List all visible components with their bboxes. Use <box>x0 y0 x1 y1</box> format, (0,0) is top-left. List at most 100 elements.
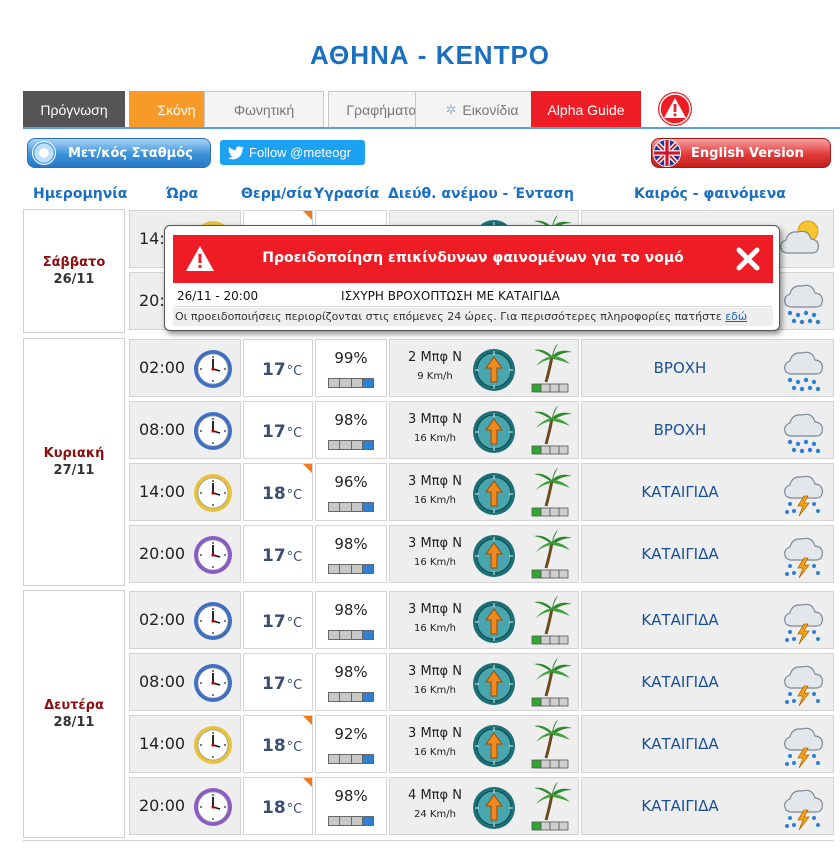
humidity-bar <box>328 378 374 388</box>
time-value: 20:00 <box>139 796 186 815</box>
temp-number: 17 <box>262 674 286 694</box>
humidity-cell: 99% <box>315 339 387 397</box>
thunderstorm-icon <box>784 537 823 579</box>
temp-number: 17 <box>262 546 286 566</box>
weather-station-button[interactable]: Μετ/κός Σταθμός <box>27 138 211 168</box>
alert-popup-title: Προειδοποίηση επικίνδυνων φαινομένων για… <box>262 250 684 266</box>
wind-direction-icon <box>473 725 515 767</box>
temp-value: 18°C <box>262 798 302 818</box>
station-icon <box>32 141 56 165</box>
humidity-bar <box>328 564 374 574</box>
time-value: 08:00 <box>139 420 186 439</box>
temp-unit: °C <box>286 678 303 693</box>
humidity-cell: 98% <box>315 591 387 649</box>
temp-indicator-icon <box>303 716 312 725</box>
temp-unit: °C <box>286 426 303 441</box>
wind-cell: 3 Μπφ Ν 16 Km/h <box>389 591 579 649</box>
english-label: English Version <box>691 145 804 161</box>
wind-speed: 16 Km/h <box>414 747 456 758</box>
forecast-row: 08:00 17°C 98% 3 Μπφ Ν 16 Km/h ΚΑΤΑΙΓΙΔΑ <box>129 653 834 711</box>
alert-time: 26/11 - 20:00 <box>177 289 259 303</box>
humidity-cell: 96% <box>315 463 387 521</box>
wind-speed: 16 Km/h <box>414 557 456 568</box>
temp-number: 18 <box>262 798 286 818</box>
header-temp: Θερμ/σία <box>241 186 313 202</box>
time-cell: 02:00 <box>129 591 241 649</box>
weather-text: ΚΑΤΑΙΓΙΔΑ <box>641 483 719 501</box>
tab-underline <box>23 127 840 129</box>
weather-text: ΚΑΤΑΙΓΙΔΑ <box>641 673 719 691</box>
wind-cell: 3 Μπφ Ν 16 Km/h <box>389 401 579 459</box>
forecast-row: 14:00 18°C 92% 3 Μπφ Ν 16 Km/h ΚΑΤΑΙΓΙΔΑ <box>129 715 834 773</box>
temp-indicator-icon <box>303 778 312 787</box>
wind-strength-icon <box>531 406 572 455</box>
humidity-bar <box>328 754 374 764</box>
temp-cell: 18°C <box>243 777 313 835</box>
weather-text: ΚΑΤΑΙΓΙΔΑ <box>641 735 719 753</box>
thunderstorm-icon <box>784 789 823 831</box>
wind-speed: 24 Km/h <box>414 809 456 820</box>
weather-cell: ΚΑΤΑΙΓΙΔΑ <box>581 653 834 711</box>
alert-note-text: Οι προειδοποιήσεις περιορίζονται στις επ… <box>175 310 726 323</box>
temp-cell: 17°C <box>243 339 313 397</box>
english-version-button[interactable]: English Version <box>651 138 831 168</box>
wind-strength-icon <box>531 658 572 707</box>
wind-cell: 4 Μπφ Ν 24 Km/h <box>389 777 579 835</box>
clock-icon <box>194 664 232 702</box>
time-cell: 08:00 <box>129 401 241 459</box>
wind-direction-icon <box>473 411 515 453</box>
temp-cell: 18°C <box>243 715 313 773</box>
humidity-bar <box>328 630 374 640</box>
forecast-page: ΑΘΗΝΑ - ΚΕΝΤΡΟ Πρόγνωση Σκόνη Φωνητική Γ… <box>0 0 840 850</box>
header-time: Ώρα <box>166 186 199 202</box>
humidity-bar <box>328 440 374 450</box>
temp-number: 17 <box>262 422 286 442</box>
wind-direction-icon <box>473 663 515 705</box>
wind-cell: 3 Μπφ Ν 16 Km/h <box>389 715 579 773</box>
twitter-follow-button[interactable]: Follow @meteogr <box>220 140 365 165</box>
time-cell: 20:00 <box>129 777 241 835</box>
temp-unit: °C <box>286 364 303 379</box>
warning-icon[interactable] <box>657 91 693 127</box>
tab-label: Φωνητική <box>233 101 295 118</box>
day-date: 28/11 <box>53 715 95 730</box>
tab-voice[interactable]: Φωνητική <box>204 91 324 127</box>
alert-popup-header: Προειδοποίηση επικίνδυνων φαινομένων για… <box>173 235 773 283</box>
next-row-edge <box>23 840 834 850</box>
temp-unit: °C <box>286 802 303 817</box>
close-icon[interactable] <box>734 245 762 273</box>
clock-icon <box>194 350 232 388</box>
clock-icon <box>194 412 232 450</box>
rain-icon <box>784 284 823 325</box>
tab-forecast[interactable]: Πρόγνωση <box>23 91 125 127</box>
thunderstorm-icon <box>784 727 823 769</box>
humidity-bar <box>328 502 374 512</box>
temp-value: 18°C <box>262 484 302 504</box>
time-cell: 08:00 <box>129 653 241 711</box>
wind-beaufort: 3 Μπφ Ν <box>408 412 462 427</box>
header-date: Ημερομηνία <box>33 186 128 202</box>
wind-direction-icon <box>473 349 515 391</box>
time-cell: 20:00 <box>129 525 241 583</box>
temp-value: 17°C <box>262 360 302 380</box>
day-name: Κυριακή <box>43 446 105 461</box>
humidity-bar <box>328 816 374 826</box>
day-name: Σάββατο <box>42 255 106 270</box>
weather-cell: ΚΑΤΑΙΓΙΔΑ <box>581 525 834 583</box>
time-value: 14:00 <box>139 734 186 753</box>
date-cell: Δευτέρα 28/11 <box>23 590 125 838</box>
thunderstorm-icon <box>784 603 823 645</box>
tab-alpha-guide[interactable]: Alpha Guide <box>531 91 641 127</box>
temp-cell: 17°C <box>243 653 313 711</box>
more-info-link[interactable]: εδώ <box>725 310 747 323</box>
forecast-row: 14:00 18°C 96% 3 Μπφ Ν 16 Km/h ΚΑΤΑΙΓΙΔΑ <box>129 463 834 521</box>
tab-label: Σκόνη <box>157 101 196 118</box>
temp-unit: °C <box>286 740 303 755</box>
wind-speed: 9 Km/h <box>417 371 453 382</box>
temp-value: 17°C <box>262 674 302 694</box>
temp-indicator-icon <box>303 211 312 220</box>
tab-icons[interactable]: ✲ Εικονίδια <box>415 91 549 127</box>
wind-direction-icon <box>473 535 515 577</box>
wind-direction-icon <box>473 473 515 515</box>
header-humidity: Υγρασία <box>314 186 380 202</box>
